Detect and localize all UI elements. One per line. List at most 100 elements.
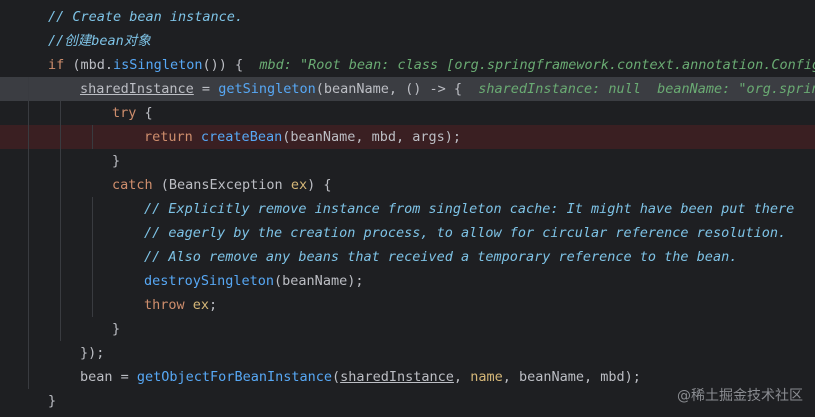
- indent-guide: [92, 269, 93, 293]
- code-token: (: [331, 369, 341, 385]
- code-token: name: [470, 369, 503, 385]
- code-line[interactable]: try {: [0, 101, 815, 125]
- code-token: }: [112, 321, 121, 337]
- code-token: (beanName, mbd, args);: [282, 129, 462, 145]
- code-token: destroySingleton: [144, 273, 275, 289]
- code-line-breakpoint[interactable]: return createBean(beanName, mbd, args);: [0, 125, 815, 149]
- indent-guide: [28, 245, 29, 269]
- code-line[interactable]: }: [0, 317, 815, 341]
- code-text: }: [48, 389, 56, 413]
- code-token: ,: [453, 369, 471, 385]
- code-token: {: [136, 105, 153, 121]
- watermark: @稀土掘金技术社区: [677, 388, 803, 404]
- code-text: return createBean(beanName, mbd, args);: [144, 125, 461, 149]
- code-token: }: [48, 393, 57, 409]
- code-token: getSingleton: [218, 81, 316, 97]
- code-line[interactable]: //创建bean对象: [0, 29, 815, 53]
- indent-guide: [28, 101, 29, 125]
- indent-guide: [28, 269, 29, 293]
- indent-guide: [28, 77, 29, 101]
- code-line[interactable]: // Also remove any beans that received a…: [0, 245, 815, 269]
- code-text: // Create bean instance.: [48, 5, 243, 29]
- code-token: isSingleton: [113, 57, 203, 73]
- indent-guide: [28, 125, 29, 149]
- code-text: // Explicitly remove instance from singl…: [144, 197, 794, 221]
- code-token: // Create bean instance.: [48, 9, 244, 25]
- code-token: , beanName, mbd);: [502, 369, 641, 385]
- code-text: try {: [112, 101, 153, 125]
- code-token: try: [112, 105, 137, 121]
- code-text: // eagerly by the creation process, to a…: [144, 221, 786, 245]
- indent-guide: [60, 293, 61, 317]
- code-token: //创建bean对象: [48, 33, 151, 49]
- code-token: (beanName);: [274, 273, 364, 289]
- code-text: });: [80, 341, 104, 365]
- code-token: bean =: [80, 369, 137, 385]
- indent-guide: [92, 245, 93, 269]
- code-token: =: [193, 81, 219, 97]
- indent-guide: [60, 245, 61, 269]
- code-token: if: [48, 57, 65, 73]
- code-line[interactable]: destroySingleton(beanName);: [0, 269, 815, 293]
- indent-guide: [92, 221, 93, 245]
- indent-guide: [28, 221, 29, 245]
- indent-guide: [60, 269, 61, 293]
- code-text: sharedInstance = getSingleton(beanName, …: [80, 77, 815, 101]
- code-text: // Also remove any beans that received a…: [144, 245, 737, 269]
- code-token: ex: [192, 297, 210, 313]
- indent-guide: [28, 149, 29, 173]
- code-text: bean = getObjectForBeanInstance(sharedIn…: [80, 365, 641, 389]
- code-line[interactable]: throw ex;: [0, 293, 815, 317]
- code-token: createBean: [200, 129, 283, 145]
- code-line[interactable]: }: [0, 149, 815, 173]
- code-text: }: [112, 317, 120, 341]
- code-text: if (mbd.isSingleton()) { mbd: "Root bean…: [48, 53, 815, 77]
- code-token: (mbd.: [64, 57, 114, 73]
- code-token: ;: [209, 297, 218, 313]
- indent-guide: [28, 365, 29, 389]
- code-line[interactable]: });: [0, 341, 815, 365]
- indent-guide: [92, 293, 93, 317]
- code-token: catch: [112, 177, 153, 193]
- indent-guide: [60, 125, 61, 149]
- indent-guide: [28, 293, 29, 317]
- code-text: destroySingleton(beanName);: [144, 269, 363, 293]
- code-token: getObjectForBeanInstance: [136, 369, 332, 385]
- code-token: });: [80, 345, 105, 361]
- code-line[interactable]: if (mbd.isSingleton()) { mbd: "Root bean…: [0, 53, 815, 77]
- code-token: return: [144, 129, 193, 145]
- indent-guide: [28, 173, 29, 197]
- code-line-current[interactable]: sharedInstance = getSingleton(beanName, …: [0, 77, 815, 101]
- code-token: }: [112, 153, 121, 169]
- code-token: throw: [144, 297, 185, 313]
- code-token: ()) {: [202, 57, 260, 73]
- code-token: sharedInstance: [80, 81, 194, 97]
- code-token: ex: [290, 177, 308, 193]
- code-token: sharedInstance: [340, 369, 454, 385]
- indent-guide: [28, 341, 29, 365]
- code-token: // Explicitly remove instance from singl…: [144, 201, 795, 217]
- code-line[interactable]: catch (BeansException ex) {: [0, 173, 815, 197]
- code-editor[interactable]: // Create bean instance.//创建bean对象 if (mb…: [0, 0, 815, 417]
- indent-guide: [28, 197, 29, 221]
- inline-debug-hint: sharedInstance: null beanName: "org.spri…: [478, 81, 815, 97]
- indent-guide: [92, 125, 93, 149]
- code-token: ) {: [307, 177, 332, 193]
- indent-guide: [60, 221, 61, 245]
- code-token: // Also remove any beans that received a…: [144, 249, 738, 265]
- code-line[interactable]: // Explicitly remove instance from singl…: [0, 197, 815, 221]
- code-token: // eagerly by the creation process, to a…: [144, 225, 787, 241]
- code-token: (beanName, () -> {: [315, 81, 479, 97]
- indent-guide: [60, 317, 61, 341]
- code-line[interactable]: // Create bean instance.: [0, 5, 815, 29]
- code-text: //创建bean对象: [48, 29, 151, 53]
- indent-guide: [60, 197, 61, 221]
- inline-debug-hint: mbd: "Root bean: class [org.springframew…: [259, 57, 815, 73]
- code-token: (BeansException: [152, 177, 291, 193]
- code-text: catch (BeansException ex) {: [112, 173, 331, 197]
- code-line[interactable]: // eagerly by the creation process, to a…: [0, 221, 815, 245]
- indent-guide: [60, 101, 61, 125]
- indent-guide: [28, 317, 29, 341]
- indent-guide: [92, 197, 93, 221]
